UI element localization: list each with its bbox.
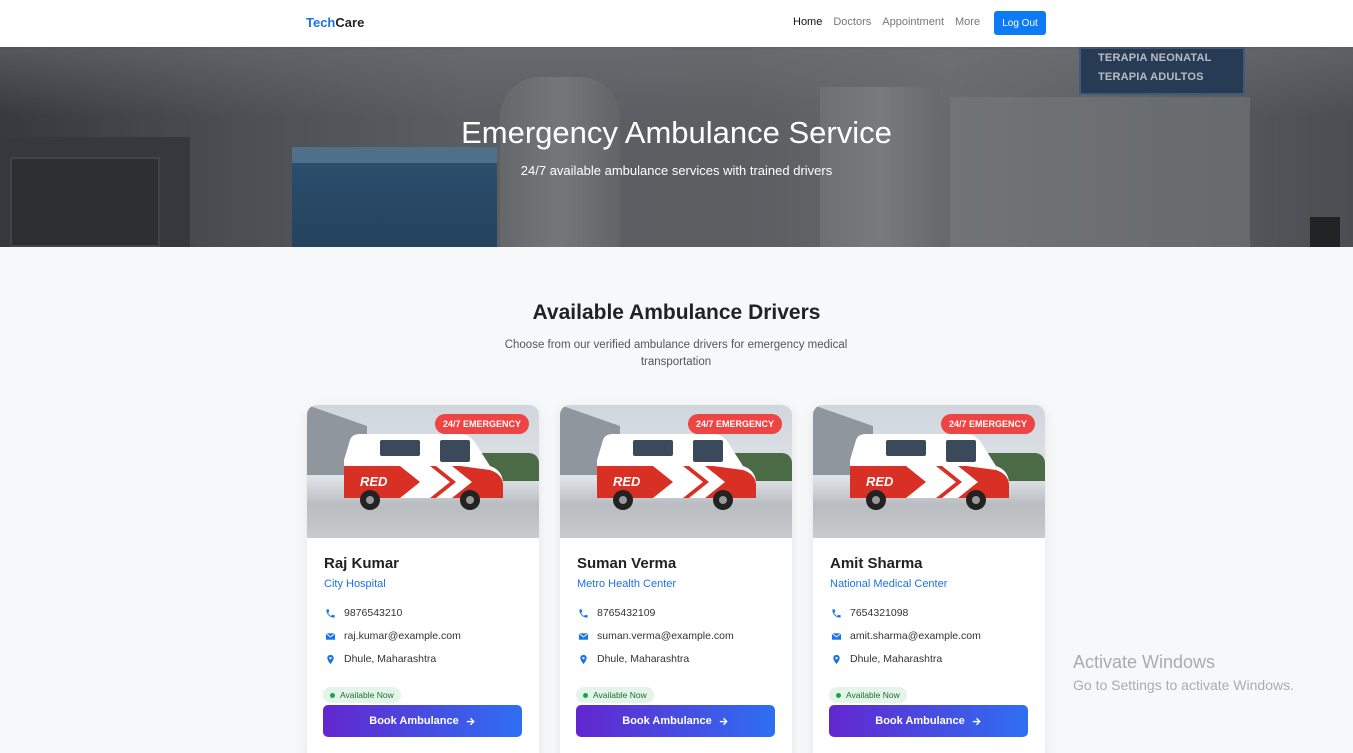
driver-phone: 8765432109 <box>577 607 655 619</box>
nav-link-appointment[interactable]: Appointment <box>882 16 944 28</box>
brand-logo[interactable]: TechCare <box>306 15 364 30</box>
availability-text: Available Now <box>846 690 900 700</box>
status-dot-icon <box>583 692 588 698</box>
location-pin-icon <box>324 653 336 665</box>
location-text: Dhule, Maharashtra <box>850 653 943 665</box>
driver-card: RED 24/7 EMERGENCY Amit Sharma National … <box>813 405 1045 753</box>
phone-text: 8765432109 <box>597 607 656 619</box>
status-dot-icon <box>836 692 841 698</box>
nav-links: Home Doctors Appointment More <box>793 16 980 28</box>
navbar: TechCare Home Doctors Appointment More L… <box>0 0 1353 47</box>
ambulance-image: RED 24/7 EMERGENCY <box>307 405 539 538</box>
driver-location: Dhule, Maharashtra <box>830 653 942 665</box>
availability-badge: Available Now <box>576 687 654 703</box>
location-text: Dhule, Maharashtra <box>597 653 690 665</box>
van-text: RED <box>360 474 388 489</box>
envelope-icon <box>830 630 842 642</box>
van-text: RED <box>613 474 641 489</box>
phone-icon <box>577 607 589 619</box>
availability-text: Available Now <box>593 690 647 700</box>
driver-name: Raj Kumar <box>324 555 400 572</box>
arrow-right-icon <box>971 716 982 727</box>
activate-windows-title: Activate Windows <box>1073 652 1216 672</box>
driver-location: Dhule, Maharashtra <box>324 653 436 665</box>
availability-badge: Available Now <box>829 687 907 703</box>
driver-email: amit.sharma@example.com <box>830 630 981 642</box>
envelope-icon <box>324 630 336 642</box>
driver-email: raj.kumar@example.com <box>324 630 461 642</box>
ambulance-van-icon: RED <box>850 434 1009 510</box>
phone-icon <box>324 607 336 619</box>
driver-email: suman.verma@example.com <box>577 630 734 642</box>
brand-part-care: Care <box>335 15 365 30</box>
section-title: Available Ambulance Drivers <box>532 301 821 324</box>
emergency-badge: 24/7 EMERGENCY <box>940 414 1035 434</box>
book-ambulance-button[interactable]: Book Ambulance <box>323 705 522 737</box>
book-button-label: Book Ambulance <box>369 715 459 727</box>
logout-button[interactable]: Log Out <box>994 11 1046 35</box>
hero-subtitle: 24/7 available ambulance services with t… <box>520 163 833 178</box>
driver-hospital: Metro Health Center <box>577 578 677 590</box>
arrow-right-icon <box>465 716 476 727</box>
book-button-label: Book Ambulance <box>875 715 965 727</box>
emergency-badge: 24/7 EMERGENCY <box>434 414 529 434</box>
nav-link-doctors[interactable]: Doctors <box>833 16 871 28</box>
email-text: raj.kumar@example.com <box>344 630 461 642</box>
driver-phone: 7654321098 <box>830 607 908 619</box>
availability-badge: Available Now <box>323 687 401 703</box>
nav-link-more[interactable]: More <box>955 16 980 28</box>
driver-phone: 9876543210 <box>324 607 402 619</box>
ambulance-image: RED 24/7 EMERGENCY <box>560 405 792 538</box>
van-text: RED <box>866 474 894 489</box>
envelope-icon <box>577 630 589 642</box>
section-subtitle: Choose from our verified ambulance drive… <box>504 339 848 368</box>
book-ambulance-button[interactable]: Book Ambulance <box>576 705 775 737</box>
status-dot-icon <box>330 692 335 698</box>
hero-banner: TERAPIA NEONATAL TERAPIA ADULTOS Emergen… <box>0 47 1353 247</box>
book-ambulance-button[interactable]: Book Ambulance <box>829 705 1028 737</box>
ambulance-image: RED 24/7 EMERGENCY <box>813 405 1045 538</box>
location-pin-icon <box>830 653 842 665</box>
driver-hospital: National Medical Center <box>830 578 948 590</box>
ambulance-van-icon: RED <box>597 434 756 510</box>
nav-link-home[interactable]: Home <box>793 16 822 28</box>
location-text: Dhule, Maharashtra <box>344 653 437 665</box>
ambulance-van-icon: RED <box>344 434 503 510</box>
brand-part-tech: Tech <box>306 15 336 30</box>
email-text: amit.sharma@example.com <box>850 630 981 642</box>
location-pin-icon <box>577 653 589 665</box>
emergency-badge: 24/7 EMERGENCY <box>687 414 782 434</box>
driver-location: Dhule, Maharashtra <box>577 653 689 665</box>
phone-text: 7654321098 <box>850 607 909 619</box>
phone-text: 9876543210 <box>344 607 403 619</box>
driver-hospital: City Hospital <box>324 578 386 590</box>
activate-windows-subtitle: Go to Settings to activate Windows. <box>1073 677 1294 693</box>
driver-card: RED 24/7 EMERGENCY Raj Kumar City Hospit… <box>307 405 539 753</box>
email-text: suman.verma@example.com <box>597 630 734 642</box>
phone-icon <box>830 607 842 619</box>
driver-name: Suman Verma <box>577 555 677 572</box>
driver-card: RED 24/7 EMERGENCY Suman Verma Metro Hea… <box>560 405 792 753</box>
hero-title: Emergency Ambulance Service <box>461 115 892 150</box>
availability-text: Available Now <box>340 690 394 700</box>
driver-name: Amit Sharma <box>830 555 923 572</box>
arrow-right-icon <box>718 716 729 727</box>
book-button-label: Book Ambulance <box>622 715 712 727</box>
